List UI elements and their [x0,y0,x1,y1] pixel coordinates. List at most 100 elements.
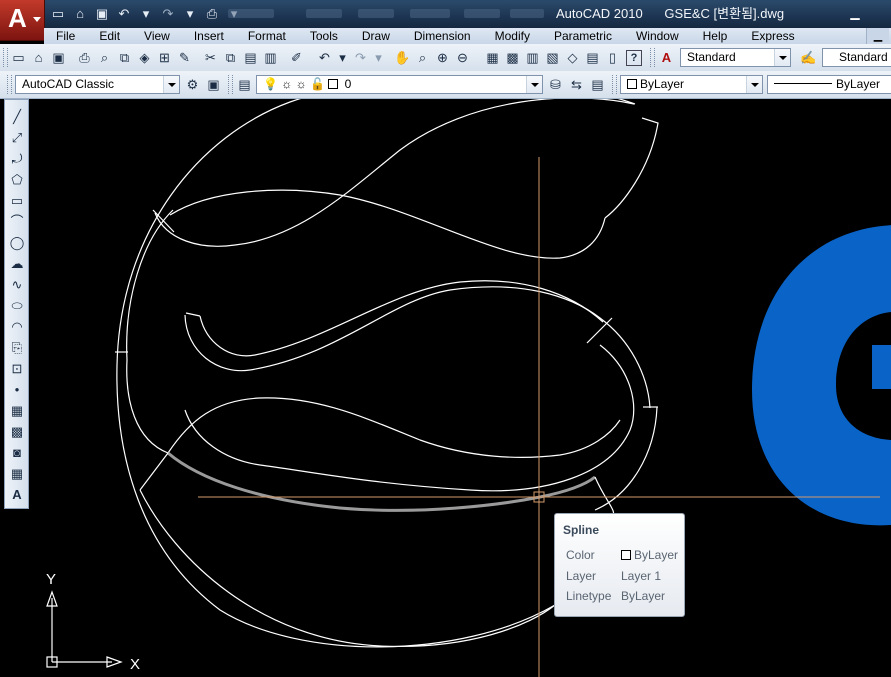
design-center-icon[interactable]: ▩ [504,49,521,66]
toolbar-grip[interactable] [650,48,655,67]
open-icon[interactable]: ⌂ [30,49,47,66]
window-minimize-icon[interactable]: ▁ [846,7,864,19]
region-icon[interactable]: ◙ [7,443,27,462]
cut-icon[interactable]: ✂ [202,49,219,66]
match-properties-icon[interactable]: ✐ [288,49,305,66]
menu-edit[interactable]: Edit [87,28,132,44]
layer-properties-icon[interactable]: ▤ [236,76,253,93]
plot-preview-icon[interactable]: ⌕ [96,49,113,66]
layer-previous-icon[interactable]: ⇆ [568,76,585,93]
save-icon[interactable]: ▣ [50,49,67,66]
pan-icon[interactable]: ✋ [394,49,411,66]
undo-icon[interactable]: ↶ [114,4,134,24]
publish-icon[interactable]: ⧉ [116,49,133,66]
draw-toolbar: ╱ ⤢ ⤾ ⬠ ▭ ⌒ ◯ ☁ ∿ ⬭ ◠ ⎘ ⊡ ● ▦ ▩ ◙ ▦ A [4,99,29,509]
document-minimize-icon[interactable]: ▁ [866,28,889,44]
zoom-window-icon[interactable]: ⊕ [434,49,451,66]
help-icon[interactable]: ? [626,50,642,66]
text-style-icon[interactable]: A [658,49,675,66]
table-icon[interactable]: ▦ [7,464,27,483]
menu-dimension[interactable]: Dimension [402,28,483,44]
etransmit-icon[interactable]: ⊞ [156,49,173,66]
ellipse-icon[interactable]: ⬭ [7,296,27,315]
dimension-style-select[interactable]: Standard [822,48,891,67]
lower-swirl [184,344,658,511]
redo-icon[interactable]: ↷ [352,49,369,66]
toolbar-grip[interactable] [612,75,617,94]
revision-cloud-icon[interactable]: ☁ [7,254,27,273]
3d-dwf-icon[interactable]: ◈ [136,49,153,66]
sheet-set-icon[interactable]: ▧ [544,49,561,66]
lower-inner [167,397,621,458]
undo-dropdown-icon[interactable]: ▾ [136,4,156,24]
plot-icon[interactable]: ⎙ [202,4,222,24]
save-icon[interactable]: ▣ [92,4,112,24]
spline-icon[interactable]: ∿ [7,275,27,294]
zoom-realtime-icon[interactable]: ⌕ [414,49,431,66]
new-icon[interactable]: ▭ [10,49,27,66]
make-block-icon[interactable]: ⊡ [7,359,27,378]
redo-dropdown-icon[interactable]: ▾ [180,4,200,24]
linetype-preview [774,83,832,84]
menu-express[interactable]: Express [739,28,806,44]
menu-modify[interactable]: Modify [483,28,542,44]
multiline-text-icon[interactable]: A [7,485,27,504]
construction-line-icon[interactable]: ⤢ [7,128,27,147]
menu-help[interactable]: Help [691,28,740,44]
point-icon[interactable]: ● [7,380,27,399]
undo-icon[interactable]: ↶ [316,49,333,66]
dwf-icon[interactable]: ✎ [176,49,193,66]
menu-parametric[interactable]: Parametric [542,28,624,44]
gradient-icon[interactable]: ▩ [7,422,27,441]
menu-file[interactable]: File [44,28,87,44]
blurred-ribbon-tab [510,9,544,18]
toolbar-grip[interactable] [3,48,8,67]
text-style-select[interactable]: Standard [680,48,791,67]
color-select[interactable]: ByLayer [620,75,763,94]
hatch-icon[interactable]: ▦ [7,401,27,420]
redo-dropdown-icon[interactable]: ▾ [370,49,387,66]
menu-window[interactable]: Window [624,28,691,44]
make-current-layer-icon[interactable]: ⛁ [547,76,564,93]
application-menu-button[interactable]: A [0,0,45,41]
new-file-icon[interactable]: ▭ [48,4,68,24]
workspace-select[interactable]: AutoCAD Classic [15,75,180,94]
properties-icon[interactable]: ▦ [484,49,501,66]
open-folder-icon[interactable]: ⌂ [70,4,90,24]
polygon-icon[interactable]: ⬠ [7,170,27,189]
circle-icon[interactable]: ◯ [7,233,27,252]
line-icon[interactable]: ╱ [7,107,27,126]
zoom-previous-icon[interactable]: ⊖ [454,49,471,66]
layer-state-icon[interactable]: ▤ [589,76,606,93]
arc-icon[interactable]: ⌒ [7,212,27,231]
menu-draw[interactable]: Draw [350,28,402,44]
quickcalc-icon[interactable]: ▤ [584,49,601,66]
tooltip-linetype-value: ByLayer [621,589,666,603]
calculator-icon[interactable]: ▯ [604,49,621,66]
paste-icon[interactable]: ▤ [242,49,259,66]
menu-tools[interactable]: Tools [298,28,350,44]
menu-insert[interactable]: Insert [182,28,236,44]
redo-icon[interactable]: ↷ [158,4,178,24]
undo-dropdown-icon[interactable]: ▾ [334,49,351,66]
markup-icon[interactable]: ◇ [564,49,581,66]
tool-palettes-icon[interactable]: ▥ [524,49,541,66]
insert-block-icon[interactable]: ⎘ [7,338,27,357]
ellipse-arc-icon[interactable]: ◠ [7,317,27,336]
copy-icon[interactable]: ⧉ [222,49,239,66]
polyline-icon[interactable]: ⤾ [7,149,27,168]
drawing-canvas[interactable]: X Y [34,99,891,677]
paste-special-icon[interactable]: ▥ [262,49,279,66]
window-title: AutoCAD 2010 GSE&C [변환됨].dwg [556,6,785,21]
menu-view[interactable]: View [132,28,182,44]
plot-icon[interactable]: ⎙ [76,49,93,66]
workspace-settings-icon[interactable]: ⚙ [184,76,201,93]
menu-format[interactable]: Format [236,28,298,44]
rectangle-icon[interactable]: ▭ [7,191,27,210]
linetype-select[interactable]: ByLayer [767,75,891,94]
dimension-style-icon[interactable]: ✍ [800,49,817,66]
toolbar-grip[interactable] [228,75,233,94]
my-workspace-icon[interactable]: ▣ [205,76,222,93]
toolbar-grip[interactable] [7,75,12,94]
layer-select[interactable]: 💡 ☼ ☼ 🔓 0 [256,75,543,94]
